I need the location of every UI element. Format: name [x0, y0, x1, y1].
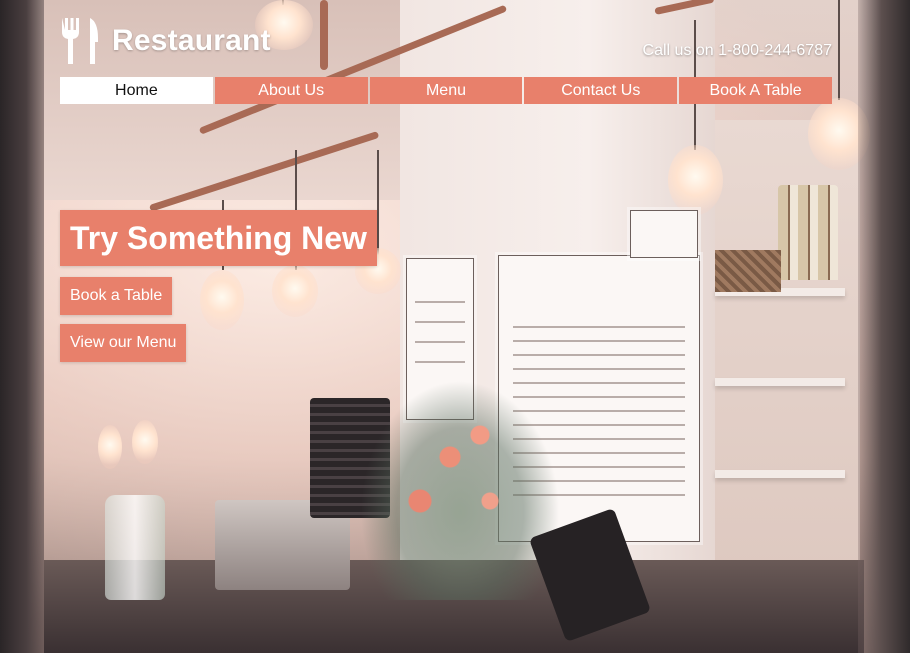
light-bulb [272, 265, 318, 317]
shelf [715, 378, 845, 386]
nav-item-home[interactable]: Home [60, 77, 213, 104]
notice-sign [630, 210, 698, 258]
bulb-cord [838, 0, 840, 100]
light-bulb [200, 270, 244, 330]
book-table-button[interactable]: Book a Table [60, 277, 173, 315]
brand[interactable]: Restaurant [60, 16, 271, 66]
light-bulb [98, 425, 122, 469]
brand-title: Restaurant [112, 24, 271, 57]
bulb-cord [377, 150, 379, 260]
nav-item-menu[interactable]: Menu [369, 77, 523, 104]
hero-title: Try Something New [60, 210, 377, 266]
nav-item-book-a-table[interactable]: Book A Table [679, 77, 832, 104]
nav-item-contact-us[interactable]: Contact Us [524, 77, 678, 104]
light-bulb [668, 145, 723, 215]
bottles [778, 185, 838, 280]
light-bulb [132, 420, 158, 464]
window-frame-left [0, 0, 44, 653]
flower-bouquet [360, 380, 560, 600]
page: Restaurant Call us on 1-800-244-6787 Hom… [0, 0, 910, 653]
shelf [715, 470, 845, 478]
basket [715, 250, 781, 292]
main-nav: Home About Us Menu Contact Us Book A Tab… [60, 77, 832, 104]
phone-number: Call us on 1-800-244-6787 [642, 42, 832, 59]
view-menu-button[interactable]: View our Menu [60, 324, 187, 362]
nav-item-about-us[interactable]: About Us [214, 77, 368, 104]
fork-knife-icon [62, 18, 98, 64]
glass-jar [105, 495, 165, 600]
copper-pipe [320, 0, 328, 70]
window-frame-right [858, 0, 910, 653]
